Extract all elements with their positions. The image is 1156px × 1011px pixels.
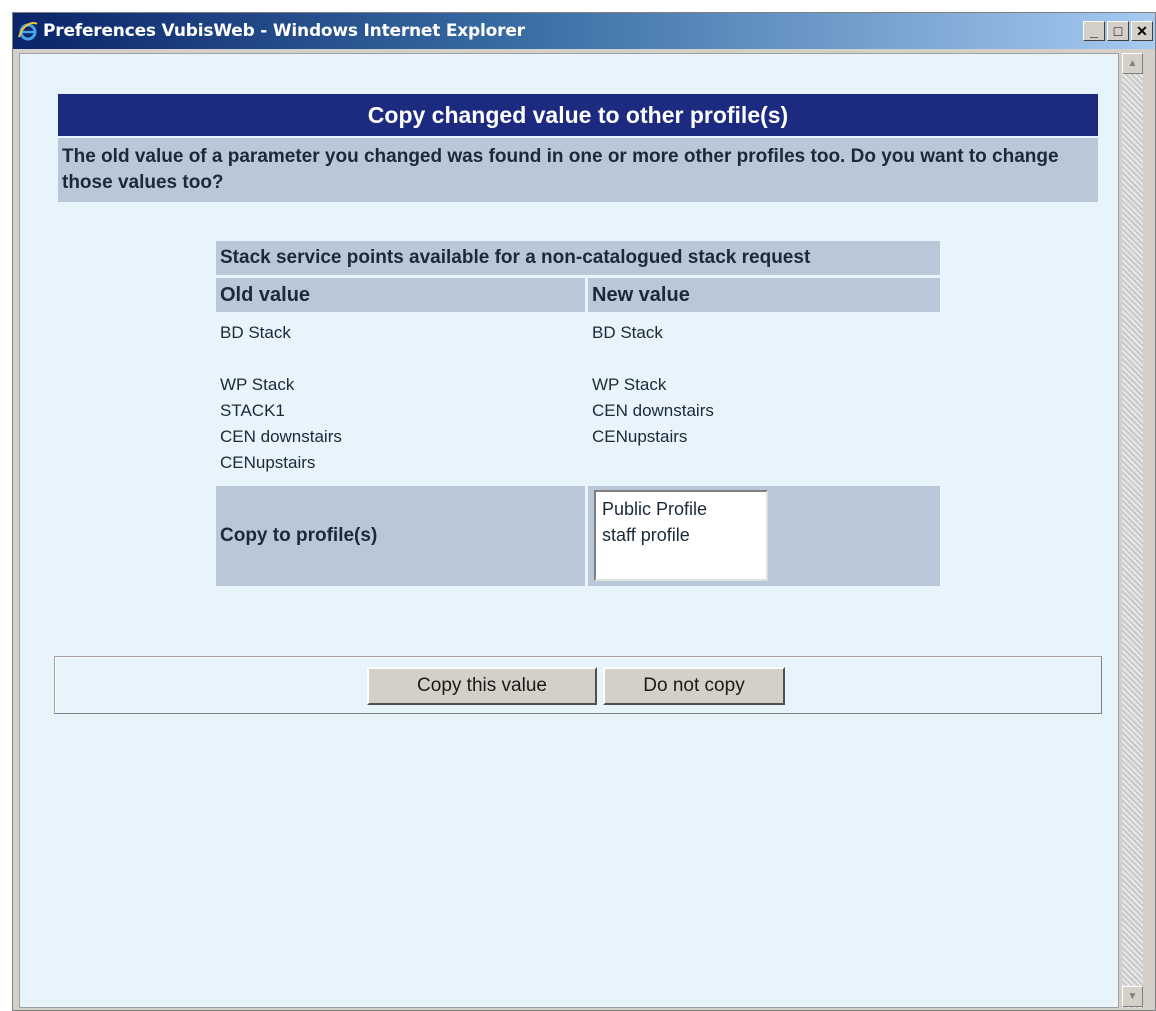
values-row: BD Stack WP Stack STACK1 CEN downstairs … [216,314,940,484]
page-title: Copy changed value to other profile(s) [58,94,1098,136]
page-content: Copy changed value to other profile(s) T… [19,53,1119,1008]
vertical-scrollbar[interactable]: ▲ ▼ [1121,53,1143,1008]
old-value-item [220,346,581,372]
minimize-button[interactable]: _ [1083,21,1105,41]
close-icon: ✕ [1136,22,1148,39]
scroll-up-button[interactable]: ▲ [1122,53,1143,74]
parameter-name: Stack service points available for a non… [216,241,940,275]
maximize-button[interactable]: □ [1107,21,1129,41]
window-controls: _ □ ✕ [1083,21,1153,41]
minimize-icon: _ [1090,23,1098,39]
internet-explorer-icon [17,20,39,42]
old-values-cell: BD Stack WP Stack STACK1 CEN downstairs … [216,314,585,484]
column-header-row: Old value New value [216,278,940,312]
old-value-item: WP Stack [220,375,295,394]
maximize-icon: □ [1113,23,1123,39]
copy-this-value-button[interactable]: Copy this value [367,667,597,705]
new-value-item: WP Stack [592,375,667,394]
copy-to-profiles-label: Copy to profile(s) [216,486,585,586]
old-value-item: STACK1 [220,401,285,420]
profile-option[interactable]: staff profile [602,522,760,548]
window-title: Preferences VubisWeb - Windows Internet … [43,21,525,41]
old-value-header: Old value [216,278,585,312]
old-value-item: CENupstairs [220,453,316,472]
do-not-copy-button[interactable]: Do not copy [603,667,785,705]
action-bar: Copy this value Do not copy [54,656,1102,714]
intro-message: The old value of a parameter you changed… [58,138,1098,202]
title-bar[interactable]: Preferences VubisWeb - Windows Internet … [13,13,1155,49]
new-value-item: BD Stack [592,323,663,342]
close-button[interactable]: ✕ [1131,21,1153,41]
new-value-header: New value [588,278,940,312]
new-value-item [592,346,936,372]
copy-to-profiles-row: Copy to profile(s) Public Profile staff … [216,486,940,586]
browser-window: Preferences VubisWeb - Windows Internet … [12,12,1156,1011]
arrow-up-icon: ▲ [1127,58,1138,69]
profile-option[interactable]: Public Profile [602,496,760,522]
value-comparison-table: Stack service points available for a non… [216,241,940,586]
new-value-item: CENupstairs [592,427,688,446]
old-value-item: BD Stack [220,323,291,342]
profile-listbox[interactable]: Public Profile staff profile [594,490,768,581]
old-value-item: CEN downstairs [220,427,342,446]
new-value-item: CEN downstairs [592,401,714,420]
arrow-down-icon: ▼ [1127,991,1138,1002]
scroll-down-button[interactable]: ▼ [1122,986,1143,1007]
profile-select-cell: Public Profile staff profile [588,486,940,586]
new-values-cell: BD Stack WP Stack CEN downstairs CENupst… [588,314,940,484]
